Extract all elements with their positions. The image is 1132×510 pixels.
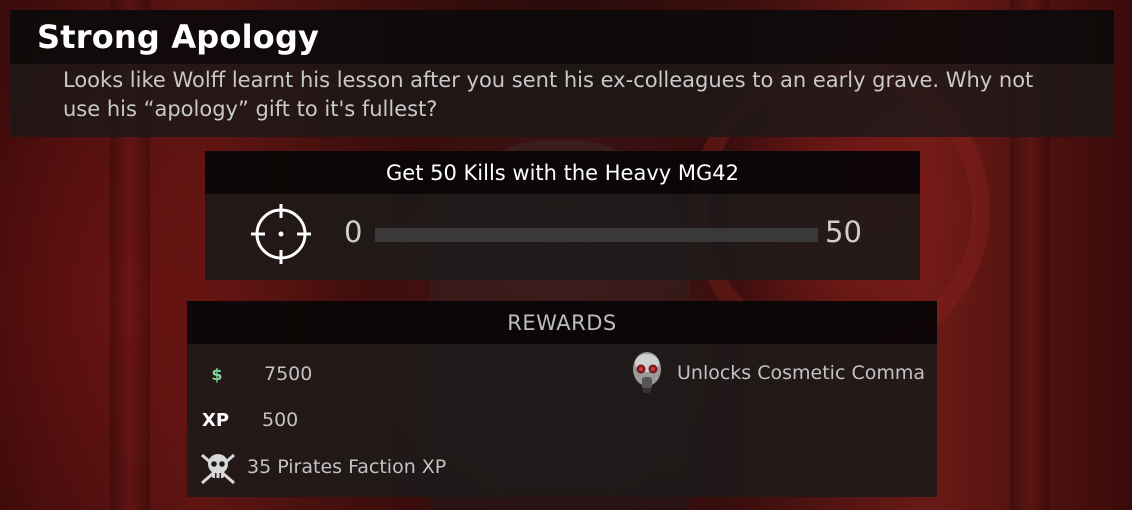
objective-label: Get 50 Kills with the Heavy MG42 — [386, 160, 739, 185]
reward-faction-value: 35 Pirates Faction XP — [247, 456, 447, 478]
title-bar: Strong Apology — [10, 10, 1114, 64]
progress-current: 0 — [344, 215, 363, 249]
rewards-panel: REWARDS $ 7500 XP 500 35 Pirates Faction… — [187, 301, 937, 497]
reward-faction: 35 Pirates Faction XP — [198, 447, 446, 487]
objective-header: Get 50 Kills with the Heavy MG42 — [205, 151, 920, 194]
dollar-icon: $ — [211, 364, 223, 384]
reward-money: $ 7500 — [205, 363, 312, 385]
progress-bar — [375, 228, 818, 242]
objective-panel: Get 50 Kills with the Heavy MG42 0 50 — [205, 151, 920, 280]
rewards-body: $ 7500 XP 500 35 Pirates Faction XP Unlo… — [187, 344, 937, 497]
challenge-description: Looks like Wolff learnt his lesson after… — [63, 68, 1034, 121]
reward-cosmetic-value: Unlocks Cosmetic Comma — [677, 362, 925, 384]
xp-icon: XP — [202, 409, 230, 431]
challenge-title: Strong Apology — [37, 18, 320, 56]
crosshair-icon — [251, 204, 311, 264]
pirate-skull-icon — [201, 453, 235, 485]
progress-target: 50 — [825, 215, 862, 249]
gas-mask-icon — [633, 352, 661, 393]
description-box: Looks like Wolff learnt his lesson after… — [10, 64, 1114, 137]
reward-cosmetic: Unlocks Cosmetic Comma — [630, 351, 925, 395]
reward-money-value: 7500 — [264, 363, 313, 385]
challenge-header: Strong Apology Looks like Wolff learnt h… — [10, 10, 1114, 137]
rewards-header: REWARDS — [187, 301, 937, 344]
reward-xp-value: 500 — [262, 409, 299, 431]
objective-body: 0 50 — [205, 194, 920, 280]
reward-xp: XP 500 — [202, 409, 298, 431]
rewards-title: REWARDS — [507, 310, 617, 335]
